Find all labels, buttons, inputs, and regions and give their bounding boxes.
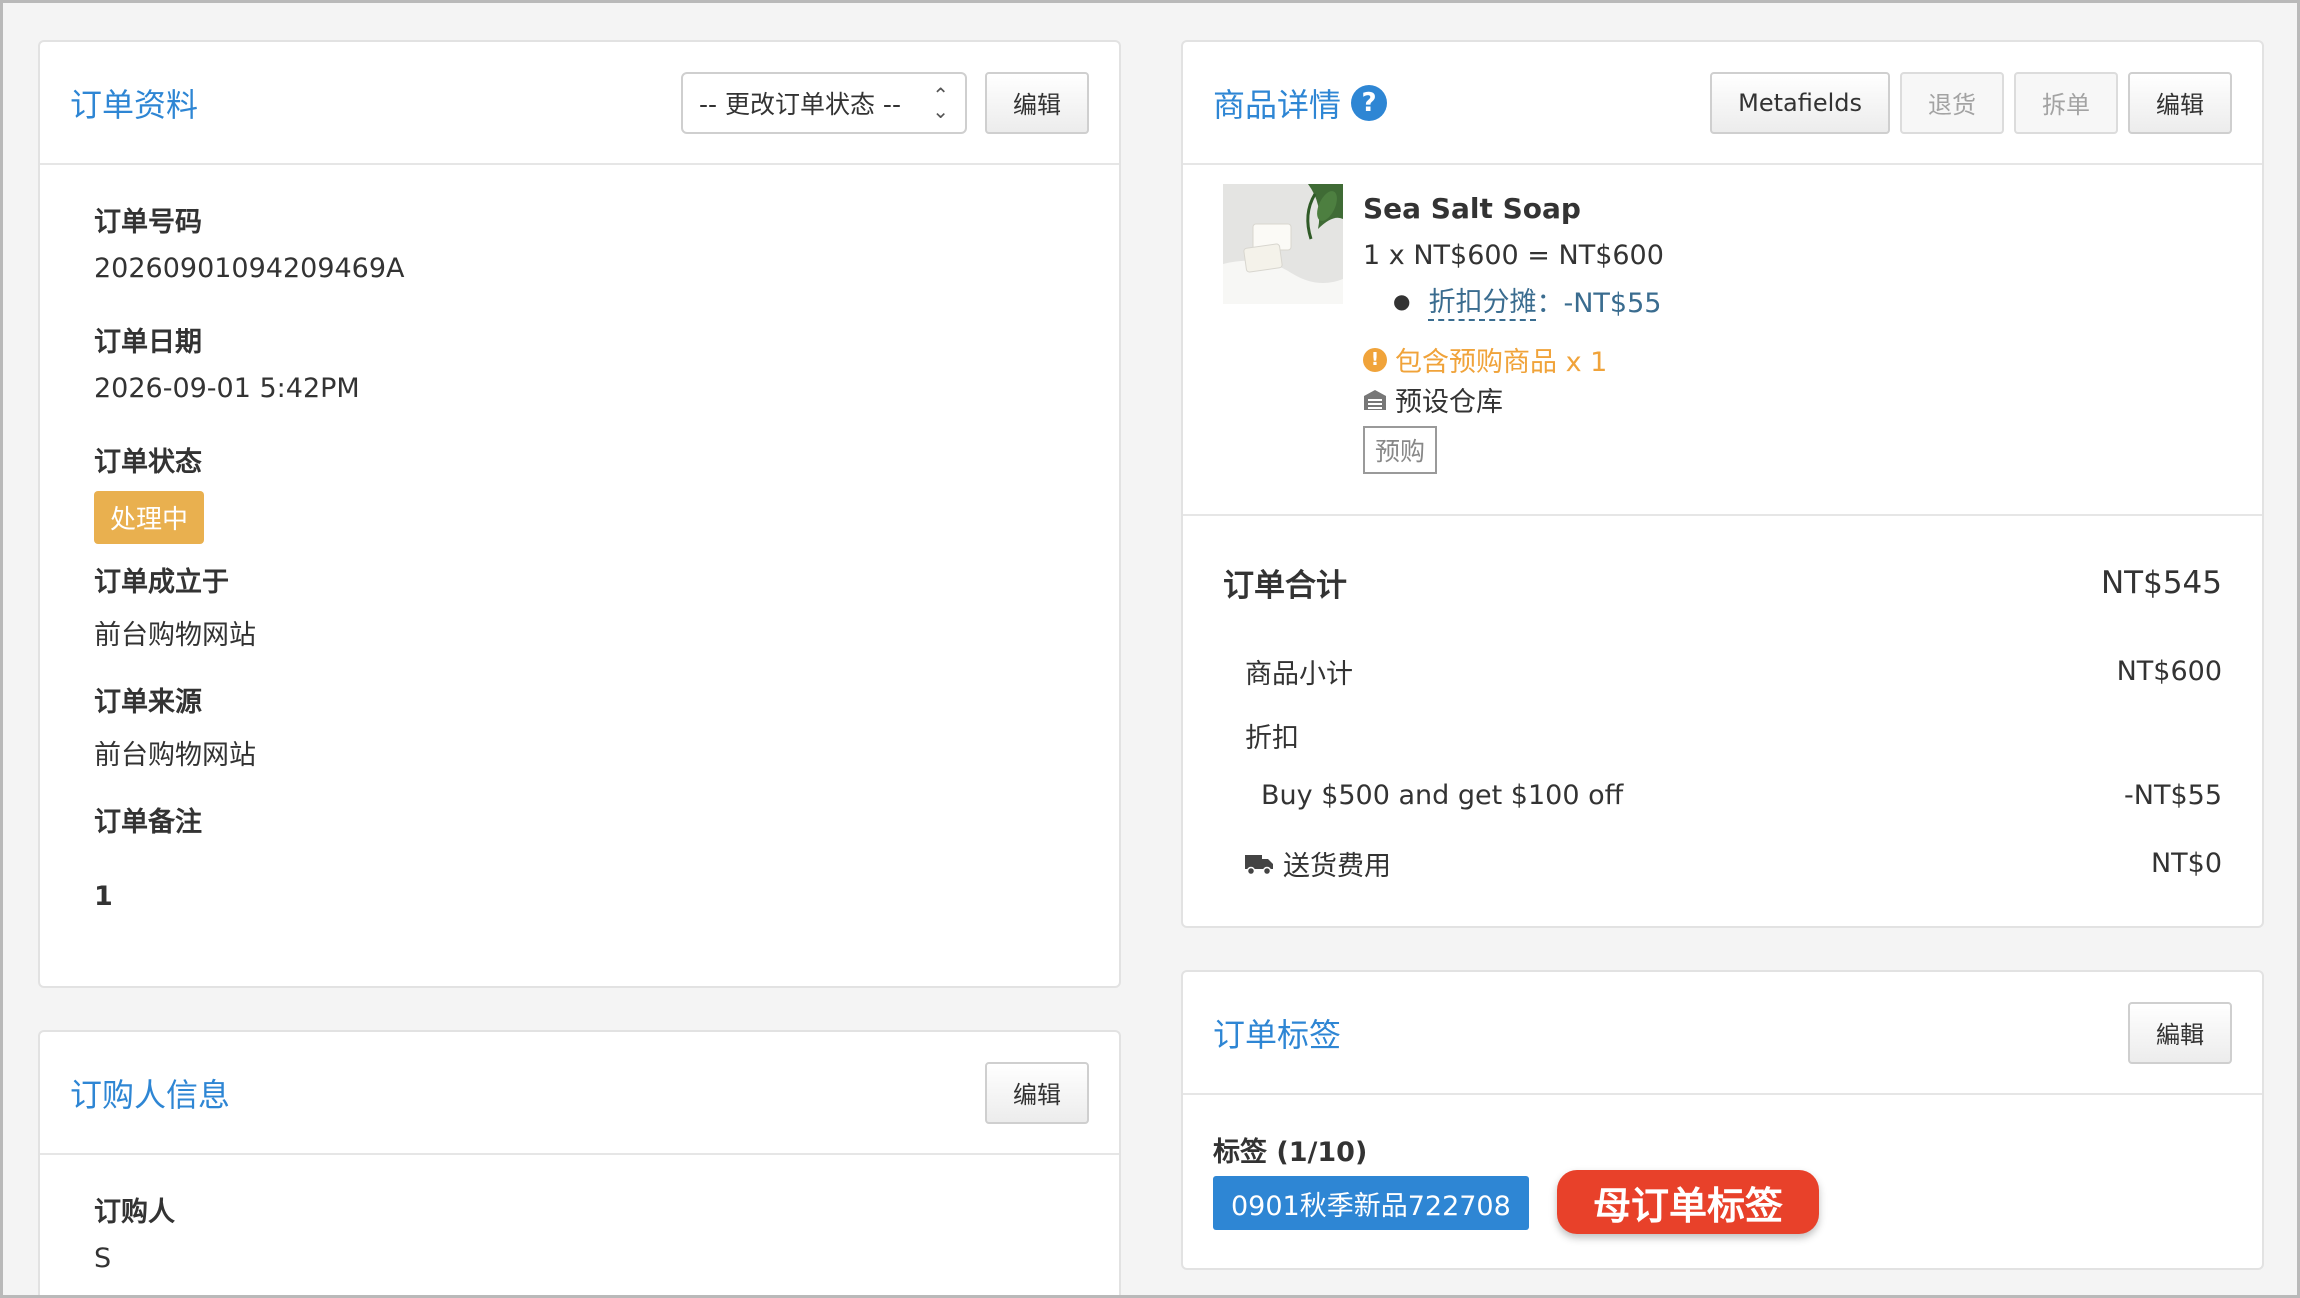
order-tags-edit-button[interactable]: 編輯 [2128,1001,2232,1064]
order-date-label: 订单日期 [94,327,202,358]
order-info-header: 订单资料 -- 更改订单状态 -- ⌃ ⌄ 编辑 [40,42,1119,165]
shipping-row: 送货费用 NT$0 [1245,844,2222,883]
order-status-select[interactable]: -- 更改订单状态 -- ⌃ ⌄ [681,71,967,134]
order-notes-value: 1 [94,881,113,912]
bullet: ● [1393,288,1411,313]
order-status-field: 订单状态 处理中 [94,440,205,544]
product-details-panel: 商品详情 ? Metafields 退货 拆单 编辑 Sea Salt Soap… [1181,40,2264,928]
tags-count-label: 标签 (1/10) [1213,1137,1368,1168]
metafields-button[interactable]: Metafields [1710,71,1890,134]
divider [1183,514,2262,516]
order-notes-field: 订单备注 1 [94,800,202,912]
order-number-label: 订单号码 [94,207,202,238]
shipping-value: NT$0 [2150,848,2222,879]
product-price-line: 1 x NT$600 = NT$600 [1363,240,1664,271]
warning-icon: ! [1363,347,1387,372]
warehouse-icon [1364,389,1386,410]
select-chevron-icon: ⌃ ⌄ [932,82,949,123]
order-tag[interactable]: 0901秋季新品722708 [1213,1176,1529,1230]
return-button[interactable]: 退货 [1900,71,2004,134]
buyer-label: 订购人 [94,1197,175,1228]
order-source-label: 订单来源 [94,687,202,718]
split-order-button[interactable]: 拆单 [2014,71,2118,134]
order-source-value: 前台购物网站 [94,740,256,771]
order-number-field: 订单号码 20260901094209469A [94,200,405,284]
shipping-label: 送货费用 [1283,851,1391,882]
discount-allocation-value: ：-NT$55 [1536,288,1662,319]
order-info-panel: 订单资料 -- 更改订单状态 -- ⌃ ⌄ 编辑 订单号码 20260901094… [38,40,1121,988]
buyer-value: S [94,1243,112,1274]
product-details-title: 商品详情 [1213,85,1342,124]
discount-label: 折扣 [1245,723,1299,754]
order-tags-panel: 订单标签 編輯 标签 (1/10) 0901秋季新品722708 母订单标签 [1181,970,2264,1270]
subtotal-row: 商品小计 NT$600 [1245,652,2222,691]
created-at-field: 订单成立于 前台购物网站 [94,560,256,652]
order-total-row: 订单合计 NT$545 [1223,560,2222,605]
order-total-label: 订单合计 [1223,568,1347,604]
preorder-tag: 预购 [1363,426,1438,474]
warehouse-row: 预设仓库 [1363,380,1503,419]
product-details-header: 商品详情 ? Metafields 退货 拆单 编辑 [1183,42,2262,165]
order-total-value: NT$545 [2100,564,2222,601]
buyer-info-header: 订购人信息 编辑 [40,1032,1119,1155]
order-source-field: 订单来源 前台购物网站 [94,680,256,772]
order-number-value: 20260901094209469A [94,253,405,284]
discount-allocation: ● 折扣分摊 ：-NT$55 [1393,280,1661,321]
discount-row: 折扣 [1245,716,2222,755]
buyer-field: 订购人 S [94,1190,175,1274]
product-name[interactable]: Sea Salt Soap [1363,192,1581,225]
created-at-label: 订单成立于 [94,567,229,598]
subtotal-value: NT$600 [2116,656,2222,687]
order-status-select-value: -- 更改订单状态 -- [699,89,901,119]
order-date-value: 2026-09-01 5:42PM [94,373,360,404]
help-icon[interactable]: ? [1351,84,1388,121]
preorder-warning: ! 包含预购商品 x 1 [1363,340,1607,379]
order-tags-title: 订单标签 [1213,1015,1342,1054]
promo-value: -NT$55 [2124,780,2222,811]
subtotal-label: 商品小计 [1245,659,1353,690]
created-at-value: 前台购物网站 [94,620,256,651]
product-thumbnail[interactable] [1223,184,1343,304]
status-badge: 处理中 [94,491,205,544]
parent-order-tag-button[interactable]: 母订单标签 [1557,1170,1820,1234]
truck-icon [1245,854,1273,875]
order-info-title: 订单资料 [70,85,199,124]
discount-allocation-link[interactable]: 折扣分摊 [1428,280,1537,321]
buyer-info-title: 订购人信息 [70,1075,231,1114]
preorder-warning-text: 包含预购商品 x 1 [1395,347,1608,378]
order-notes-label: 订单备注 [94,807,202,838]
promo-row: Buy $500 and get $100 off -NT$55 [1261,780,2222,811]
soap-image-icon [1223,184,1343,304]
buyer-info-edit-button[interactable]: 编辑 [985,1061,1089,1124]
order-date-field: 订单日期 2026-09-01 5:42PM [94,320,360,404]
order-tags-header: 订单标签 編輯 [1183,972,2262,1095]
promo-label: Buy $500 and get $100 off [1261,780,1624,811]
product-edit-button[interactable]: 编辑 [2128,71,2232,134]
order-status-label: 订单状态 [94,447,202,478]
buyer-info-panel: 订购人信息 编辑 订购人 S [38,1030,1121,1298]
order-info-edit-button[interactable]: 编辑 [985,71,1089,134]
warehouse-text: 预设仓库 [1395,387,1503,418]
